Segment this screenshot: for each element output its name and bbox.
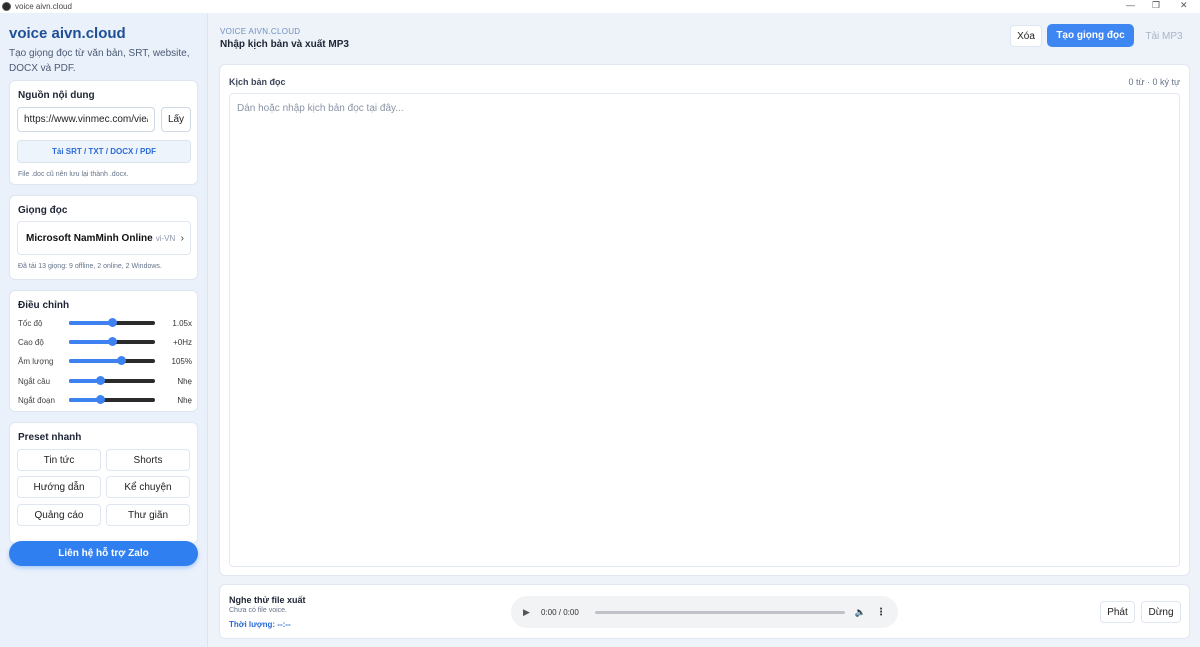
preset-ads-button[interactable]: Quảng cáo [17, 504, 101, 526]
voice-title: Giọng đọc [18, 205, 68, 216]
player-card: Nghe thử file xuất Chưa có file voice. T… [219, 584, 1190, 639]
window-titlebar: voice aivn.cloud — ❐ ✕ [0, 0, 1200, 13]
player-subtitle: Chưa có file voice. [229, 607, 287, 614]
audio-player: ▶ 0:00 / 0:00 🔈 ⋮ [511, 596, 898, 628]
script-textarea[interactable] [229, 93, 1180, 567]
voice-card: Giọng đọc Microsoft NamMinh Online vi-VN… [9, 195, 198, 280]
preset-news-button[interactable]: Tin tức [17, 449, 101, 471]
url-input[interactable] [17, 107, 155, 132]
slider-paragraph-pause: Ngắt đoạn Nhẹ [18, 393, 192, 407]
restore-icon[interactable]: ❐ [1152, 0, 1160, 11]
preset-shorts-button[interactable]: Shorts [106, 449, 190, 471]
slider-fill [69, 340, 112, 344]
download-mp3-button[interactable]: Tải MP3 [1140, 25, 1188, 47]
brand-title: voice aivn.cloud [9, 25, 126, 42]
preset-story-button[interactable]: Kể chuyện [106, 476, 190, 498]
minimize-icon[interactable]: — [1126, 0, 1135, 10]
preset-card: Preset nhanh Tin tức Shorts Hướng dẫn Kể… [9, 422, 198, 544]
slider-value: Nhẹ [177, 376, 192, 386]
sentence-pause-slider[interactable] [69, 376, 155, 385]
zalo-support-button[interactable]: Liên hệ hỗ trợ Zalo [9, 541, 198, 566]
window-title: voice aivn.cloud [15, 2, 72, 11]
slider-label: Ngắt câu [18, 376, 51, 386]
slider-volume: Âm lượng 105% [18, 354, 192, 368]
slider-thumb[interactable] [95, 395, 105, 404]
preset-tutorial-button[interactable]: Hướng dẫn [17, 476, 101, 498]
page-title: Nhập kịch bản và xuất MP3 [220, 39, 349, 50]
adjust-title: Điều chỉnh [18, 300, 70, 311]
generate-voice-button[interactable]: Tạo giọng đọc [1047, 24, 1134, 47]
slider-value: 1.05x [172, 318, 192, 328]
slider-value: +0Hz [173, 337, 192, 347]
player-duration: Thời lượng: --:-- [229, 620, 291, 629]
duration-label: Thời lượng: [229, 620, 276, 629]
preset-relax-button[interactable]: Thư giãn [106, 504, 190, 526]
slider-label: Tốc độ [18, 318, 43, 328]
source-title: Nguồn nội dung [18, 90, 95, 101]
slider-sentence-pause: Ngắt câu Nhẹ [18, 374, 192, 388]
player-title: Nghe thử file xuất [229, 595, 306, 605]
slider-thumb[interactable] [116, 356, 126, 365]
slider-label: Cao độ [18, 337, 44, 347]
voice-name: Microsoft NamMinh Online [26, 232, 153, 244]
slider-pitch: Cao độ +0Hz [18, 335, 192, 349]
paragraph-pause-slider[interactable] [69, 395, 155, 404]
close-icon[interactable]: ✕ [1180, 0, 1188, 11]
more-options-icon[interactable]: ⋮ [876, 607, 886, 618]
voice-select[interactable]: Microsoft NamMinh Online vi-VN › [17, 221, 191, 255]
voice-lang: vi-VN [155, 233, 176, 243]
slider-thumb[interactable] [108, 318, 117, 327]
script-card: Kịch bản đọc 0 từ · 0 ký tự [219, 64, 1190, 576]
play-icon[interactable]: ▶ [523, 607, 539, 618]
app-icon [2, 2, 11, 11]
pitch-slider[interactable] [69, 337, 155, 346]
upload-file-button[interactable]: Tải SRT / TXT / DOCX / PDF [17, 140, 191, 163]
volume-icon[interactable]: 🔈 [855, 607, 866, 618]
slider-thumb[interactable] [108, 337, 117, 346]
duration-value: --:-- [277, 620, 291, 629]
chevron-right-icon: › [180, 232, 185, 244]
main-eyebrow: VOICE AIVN.CLOUD [220, 27, 301, 36]
audio-progress-bar[interactable] [594, 610, 845, 614]
clear-button[interactable]: Xóa [1010, 25, 1042, 47]
slider-label: Ngắt đoạn [18, 395, 55, 405]
slider-fill [69, 359, 121, 363]
preset-title: Preset nhanh [18, 432, 82, 443]
slider-value: Nhẹ [177, 395, 192, 405]
script-count: 0 từ · 0 ký tự [1128, 77, 1180, 87]
adjust-card: Điều chỉnh Tốc độ 1.05x Cao độ +0Hz Âm l… [9, 290, 198, 412]
slider-thumb[interactable] [95, 376, 105, 385]
slider-speed: Tốc độ 1.05x [18, 316, 192, 330]
slider-value: 105% [171, 356, 192, 366]
fetch-button[interactable]: Lấy [161, 107, 191, 132]
sidebar: voice aivn.cloud Tạo giọng đọc từ văn bả… [0, 13, 208, 647]
source-hint: File .doc cũ nên lưu lại thành .docx. [18, 171, 129, 178]
voice-hint: Đã tải 13 giọng: 9 offline, 2 online, 2 … [18, 263, 162, 270]
slider-fill [69, 321, 112, 325]
speed-slider[interactable] [69, 318, 155, 327]
slider-label: Âm lượng [18, 356, 54, 366]
stop-button[interactable]: Dừng [1141, 601, 1181, 623]
play-button[interactable]: Phát [1100, 601, 1135, 623]
volume-slider[interactable] [69, 356, 155, 365]
script-label: Kịch bản đọc [229, 77, 286, 87]
source-card: Nguồn nội dung Lấy Tải SRT / TXT / DOCX … [9, 80, 198, 185]
brand-tagline: Tạo giọng đọc từ văn bản, SRT, website, … [9, 48, 190, 74]
audio-time: 0:00 / 0:00 [540, 607, 579, 617]
